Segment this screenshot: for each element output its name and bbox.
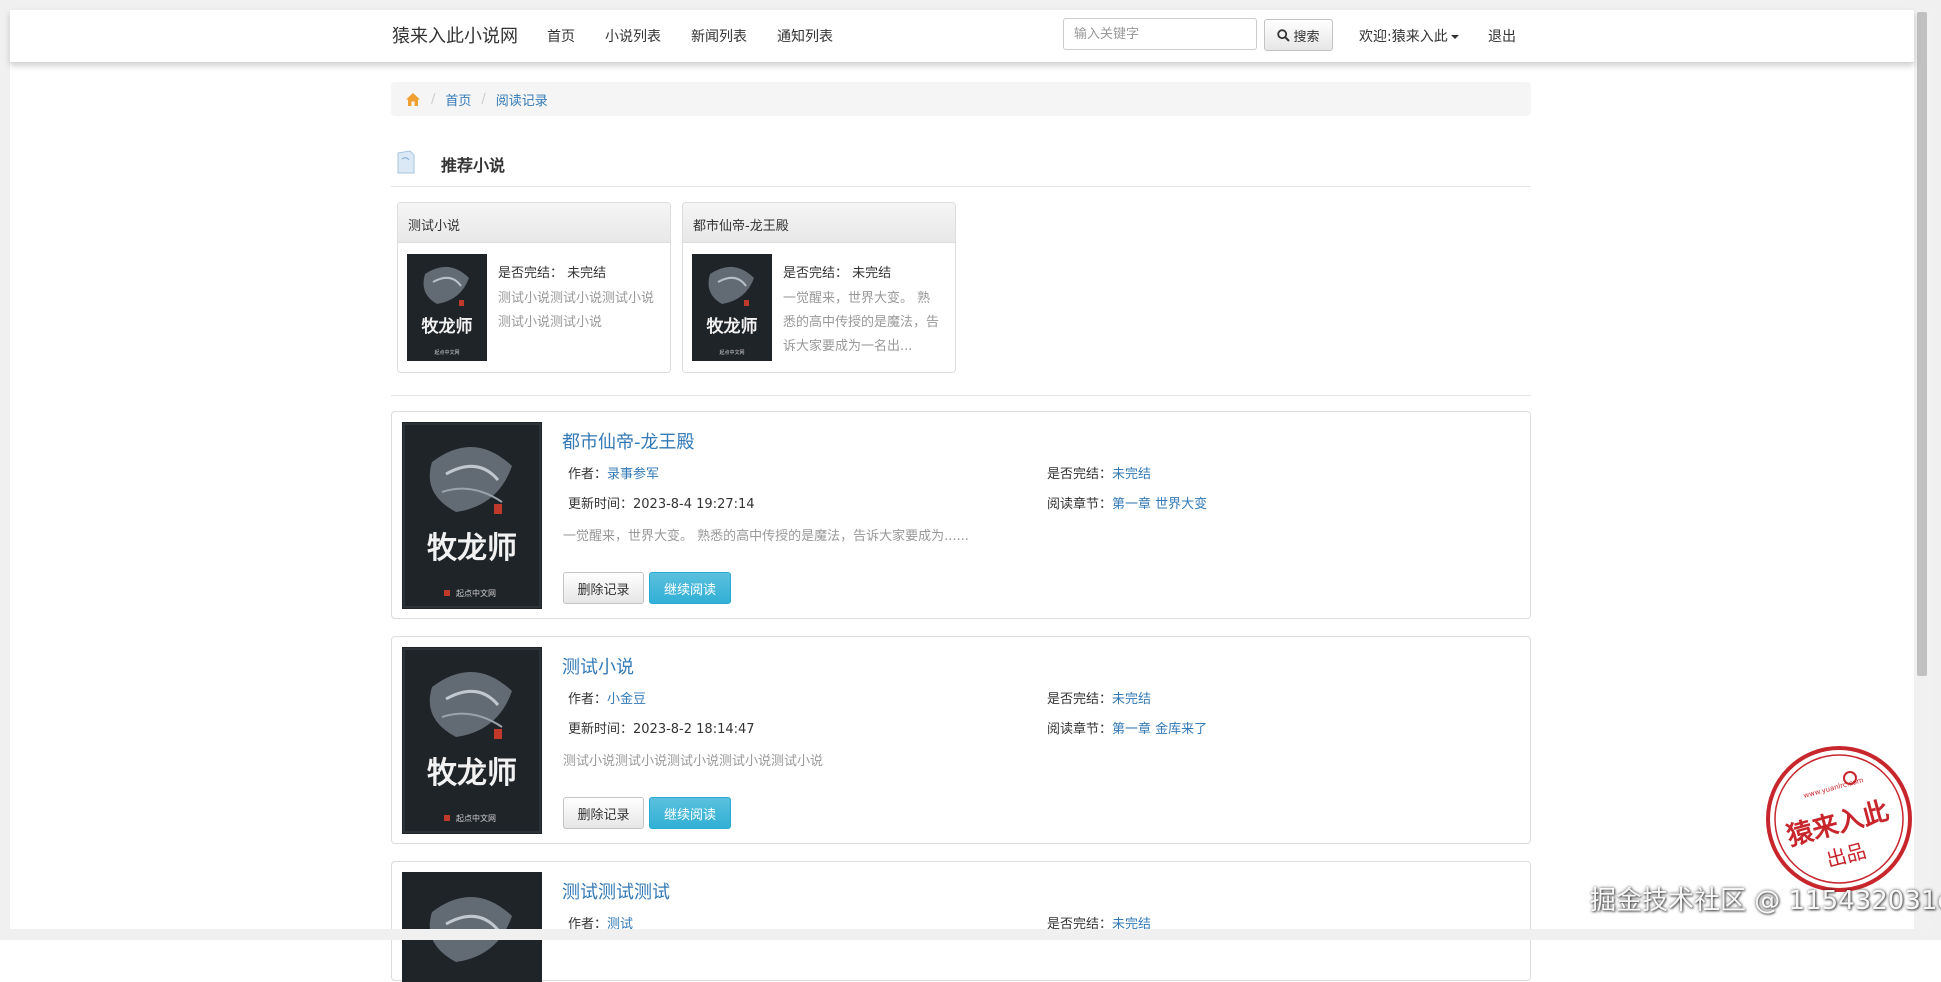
finished-status: 是否完结： 未完结 [783,262,891,281]
breadcrumb-separator: / [481,91,486,107]
vertical-scrollbar[interactable] [1914,10,1930,929]
top-navbar: 猿来入此小说网 首页 小说列表 新闻列表 通知列表 搜索 欢迎:猿来入此 退出 [10,10,1914,63]
recommend-card-desc: 一觉醒来，世界大变。 熟悉的高中传授的是魔法，告诉大家要成为一名出... [783,291,940,354]
update-time-label: 更新时间： [568,722,634,737]
book-cover-image[interactable]: 牧龙师 起点中文网 [692,254,772,361]
breadcrumb-home[interactable]: 首页 [445,90,471,109]
chapter-field: 阅读章节：第一章 金库来了 [1047,718,1207,737]
author-link[interactable]: 录事参军 [607,467,659,482]
finished-label: 是否完结： [783,266,849,281]
chapter-label: 阅读章节： [1047,497,1113,512]
breadcrumb: / 首页 / 阅读记录 [391,82,1531,116]
novel-title-link[interactable]: 测试小说 [562,653,634,679]
nav-link-notice-list[interactable]: 通知列表 [777,26,833,46]
recommend-title: 推荐小说 [441,156,506,175]
recommend-card[interactable]: 测试小说 牧龙师 起点中文网 是否完结： 未完结 测试小说测试小说测试小说测试小… [397,202,671,373]
delete-record-button[interactable]: 删除记录 [563,797,644,829]
chapter-link[interactable]: 第一章 世界大变 [1112,497,1207,512]
delete-record-button[interactable]: 删除记录 [563,572,644,604]
search-button-label: 搜索 [1293,29,1320,45]
chapter-label: 阅读章节： [1047,722,1113,737]
cover-title-art: 牧龙师 [427,531,517,566]
finished-value: 未完结 [1112,467,1152,482]
finished-value: 未完结 [1112,692,1152,707]
watermark-stamp: www.yuanlrc.com 猿来入此 出品 [1766,746,1912,892]
recommend-card-title[interactable]: 都市仙帝-龙王殿 [683,203,955,243]
recommend-card-title[interactable]: 测试小说 [398,203,670,243]
finished-field: 是否完结：未完结 [1047,463,1151,482]
nav-link-novel-list[interactable]: 小说列表 [605,26,661,46]
reading-record-item: 牧龙师 起点中文网 测试小说 作者：小金豆 更新时间：2023-8-2 18:1… [391,636,1531,844]
finished-label: 是否完结： [1047,467,1113,482]
chapter-link[interactable]: 第一章 金库来了 [1112,722,1207,737]
watermark-text: 掘金技术社区 @ 115432031q [1590,886,1941,916]
caret-down-icon [1450,35,1459,39]
finished-label: 是否完结： [1047,692,1113,707]
continue-reading-button[interactable]: 继续阅读 [649,572,731,604]
home-icon[interactable] [405,92,421,107]
chapter-field: 阅读章节：第一章 世界大变 [1047,493,1207,512]
continue-reading-button[interactable]: 继续阅读 [649,797,731,829]
novel-title-link[interactable]: 测试测试测试 [562,878,670,904]
window-frame-bottom [0,929,1941,940]
cover-publisher: 起点中文网 [434,349,459,356]
brand-logo-link[interactable]: 猿来入此小说网 [392,22,518,48]
update-time-field: 更新时间：2023-8-2 18:14:47 [568,718,755,737]
search-input[interactable] [1063,18,1257,50]
author-label: 作者： [568,692,608,707]
nav-link-news-list[interactable]: 新闻列表 [691,26,747,46]
author-field: 作者：录事参军 [568,463,659,482]
update-time-value: 2023-8-2 18:14:47 [633,722,755,737]
recommend-card[interactable]: 都市仙帝-龙王殿 牧龙师 起点中文网 是否完结： 未完结 一觉醒来，世界大变。 … [682,202,956,373]
cover-publisher: 起点中文网 [456,588,496,598]
book-cover-image[interactable]: 牧龙师 起点中文网 [402,422,542,609]
novel-description: 一觉醒来，世界大变。 熟悉的高中传授的是魔法，告诉大家要成为...... [563,529,969,544]
nav-link-home[interactable]: 首页 [547,26,575,46]
window-frame-top [0,0,1941,10]
update-time-label: 更新时间： [568,497,634,512]
author-label: 作者： [568,467,608,482]
recommend-section-header: 推荐小说 [391,146,1531,187]
reading-record-item: 牧龙师 起点中文网 都市仙帝-龙王殿 作者：录事参军 更新时间：2023-8-4… [391,411,1531,619]
logout-link[interactable]: 退出 [1488,26,1516,46]
author-link[interactable]: 小金豆 [607,692,646,707]
novel-title-link[interactable]: 都市仙帝-龙王殿 [562,428,695,454]
section-divider [391,395,1531,396]
recommend-card-desc: 测试小说测试小说测试小说测试小说测试小说 [498,291,655,330]
window-frame-left [0,0,10,940]
novel-description: 测试小说测试小说测试小说测试小说测试小说 [563,754,824,769]
reading-record-item: 测试测试测试 作者：测试 是否完结：未完结 [391,861,1531,982]
finished-status: 是否完结： 未完结 [498,262,606,281]
search-icon [1277,28,1291,42]
book-cover-image[interactable]: 牧龙师 起点中文网 [407,254,487,361]
book-cover-image[interactable]: 牧龙师 起点中文网 [402,647,542,834]
user-menu-dropdown[interactable]: 欢迎:猿来入此 [1359,26,1459,46]
author-field: 作者：小金豆 [568,688,646,707]
finished-value: 未完结 [567,266,607,281]
window-frame-right [1930,0,1941,940]
breadcrumb-separator: / [431,91,436,107]
update-time-value: 2023-8-4 19:27:14 [633,497,755,512]
update-time-field: 更新时间：2023-8-4 19:27:14 [568,493,755,512]
finished-value: 未完结 [852,266,892,281]
user-menu-label: 欢迎:猿来入此 [1359,29,1448,45]
cover-title-art: 牧龙师 [427,756,517,791]
book-icon [397,150,415,174]
search-button[interactable]: 搜索 [1264,19,1333,51]
book-cover-image[interactable] [402,872,542,982]
finished-field: 是否完结：未完结 [1047,688,1151,707]
breadcrumb-reading-history[interactable]: 阅读记录 [496,90,548,109]
scrollbar-thumb[interactable] [1917,12,1927,676]
cover-publisher: 起点中文网 [456,813,496,823]
cover-publisher: 起点中文网 [719,349,744,356]
cover-title-art: 牧龙师 [422,316,473,337]
finished-label: 是否完结： [498,266,564,281]
cover-title-art: 牧龙师 [707,316,758,337]
